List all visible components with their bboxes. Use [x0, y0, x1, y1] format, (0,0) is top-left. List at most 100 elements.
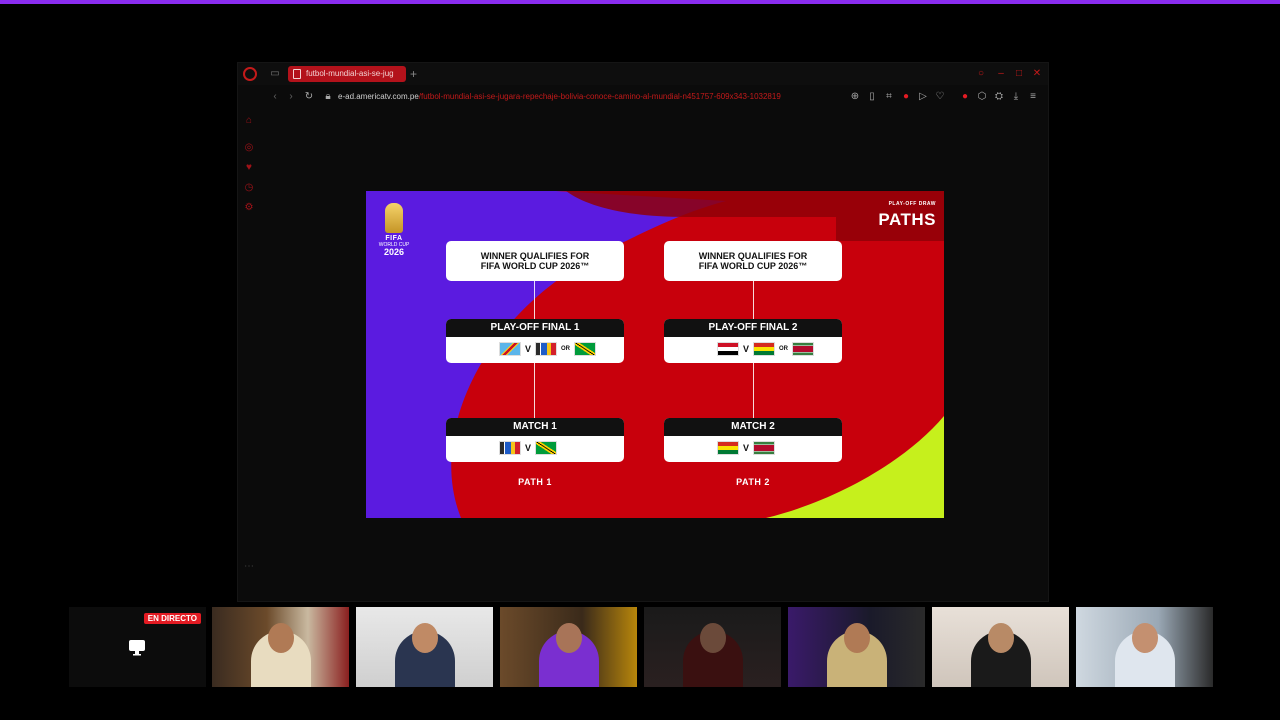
active-tab[interactable]: futbol-mundial-asi-se-jug [288, 66, 406, 82]
match-1-box: MATCH 1 V [446, 418, 624, 462]
winner-text-line-2: FIFA WORLD CUP 2026™ [698, 261, 808, 271]
reload-icon[interactable]: ↻ [302, 90, 316, 104]
playoff-final-2-title: PLAY-OFF FINAL 2 [664, 319, 842, 337]
participant-face [987, 623, 1014, 653]
tab-bar: ▭ futbol-mundial-asi-se-jug + ○ – □ ✕ [238, 63, 1048, 85]
participant-camera-6[interactable] [932, 607, 1069, 687]
participant-face [1131, 623, 1158, 653]
profile-icon[interactable]: ⛭ [992, 90, 1006, 104]
participant-camera-3[interactable] [500, 607, 637, 687]
settings-icon[interactable]: ⚙ [243, 202, 255, 214]
participant-camera-5[interactable] [788, 607, 925, 687]
monitor-icon [129, 640, 145, 656]
playoff-paths-graphic: FIFA WORLD CUP 2026 PLAY-OFF DRAW PATHS … [366, 191, 944, 518]
play-icon[interactable]: ▷ [916, 90, 930, 104]
playoff-final-2-box: PLAY-OFF FINAL 2 V OR [664, 319, 842, 363]
versus-label: V [743, 443, 750, 453]
connector-line [534, 281, 535, 319]
tab-title: futbol-mundial-asi-se-jug [306, 69, 394, 78]
participant-camera-2[interactable] [356, 607, 493, 687]
sidebar: ⌂ ◎ ♥ ◷ ⚙ ⋯ [238, 109, 260, 601]
winner-box-path-2: WINNER QUALIFIES FOR FIFA WORLD CUP 2026… [664, 241, 842, 281]
home-icon[interactable]: ⌂ [243, 115, 255, 127]
new-tab-button[interactable]: + [410, 66, 417, 82]
playoff-final-1-title: PLAY-OFF FINAL 1 [446, 319, 624, 337]
versus-label: V [743, 344, 750, 354]
versus-label: V [525, 443, 532, 453]
minimize-icon[interactable]: – [994, 67, 1008, 81]
browser-window: ▭ futbol-mundial-asi-se-jug + ○ – □ ✕ ‹ … [237, 62, 1049, 602]
address-bar: ‹ › ↻ 🔒︎ e-ad.americatv.com.pe/futbol-mu… [238, 85, 1048, 109]
extension-icon[interactable]: ● [958, 90, 972, 104]
participant-camera-1[interactable] [212, 607, 349, 687]
record-icon[interactable]: ● [899, 90, 913, 104]
live-badge: EN DIRECTO [143, 613, 201, 624]
url-path: /futbol-mundial-asi-se-jugara-repechaje-… [418, 92, 781, 101]
page-icon [293, 69, 301, 79]
match-2-box: MATCH 2 V [664, 418, 842, 462]
participant-camera-7[interactable] [1076, 607, 1213, 687]
download-icon[interactable]: ⤓ [1009, 90, 1023, 104]
puzzle-icon[interactable]: ⬡ [975, 90, 989, 104]
winner-box-path-1: WINNER QUALIFIES FOR FIFA WORLD CUP 2026… [446, 241, 624, 281]
match-2-fixture: V [717, 441, 776, 455]
or-label: OR [561, 346, 571, 352]
path-1-label: PATH 1 [518, 477, 552, 487]
path-2-label: PATH 2 [736, 477, 770, 487]
lock-icon[interactable]: 🔒︎ [321, 90, 335, 104]
connector-line [753, 363, 754, 419]
playoff-draw-kicker: PLAY-OFF DRAW [888, 201, 936, 207]
opera-logo-icon[interactable] [243, 67, 257, 81]
maximize-icon[interactable]: □ [1012, 67, 1026, 81]
bolivia-flag-icon [717, 441, 739, 455]
bookmark-icon[interactable]: ▯ [865, 90, 879, 104]
new-caledonia-flag-icon [499, 441, 521, 455]
dr-congo-flag-icon [499, 342, 521, 356]
back-icon[interactable]: ‹ [268, 90, 282, 104]
url-host: e-ad.americatv.com.pe [338, 92, 419, 101]
zoom-icon[interactable]: ⊕ [848, 90, 862, 104]
logo-year: 2026 [383, 247, 405, 257]
url-field[interactable]: e-ad.americatv.com.pe/futbol-mundial-asi… [338, 90, 846, 104]
versus-label: V [525, 344, 532, 354]
more-icon[interactable]: ⋯ [243, 561, 255, 573]
winner-text-line-1: WINNER QUALIFIES FOR [698, 251, 808, 261]
playoff-final-1-fixture: V OR [499, 342, 597, 356]
flow-icon[interactable]: ◎ [243, 142, 255, 154]
iraq-flag-icon [717, 342, 739, 356]
trophy-icon [385, 203, 403, 233]
winner-text-line-2: FIFA WORLD CUP 2026™ [480, 261, 590, 271]
heart-icon[interactable]: ♡ [933, 90, 947, 104]
match-1-title: MATCH 1 [446, 418, 624, 436]
suriname-flag-icon [753, 441, 776, 455]
participant-face [267, 623, 294, 653]
connector-line [534, 363, 535, 419]
jamaica-flag-icon [574, 342, 597, 356]
heart-sidebar-icon[interactable]: ♥ [243, 162, 255, 174]
tab-switcher-icon[interactable]: ▭ [268, 67, 282, 81]
screen-share-tile[interactable]: EN DIRECTO [69, 607, 206, 687]
top-accent-bar [0, 0, 1280, 4]
snapshot-icon[interactable]: ⌗ [882, 90, 896, 104]
participant-face [699, 623, 726, 653]
new-caledonia-flag-icon [535, 342, 558, 356]
history-icon[interactable]: ◷ [243, 182, 255, 194]
winner-text-line-1: WINNER QUALIFIES FOR [480, 251, 590, 261]
world-cup-logo: FIFA WORLD CUP 2026 [374, 201, 414, 271]
paths-title: PATHS [878, 210, 936, 229]
suriname-flag-icon [792, 342, 815, 356]
bolivia-flag-icon [753, 342, 776, 356]
participant-camera-4[interactable] [644, 607, 781, 687]
match-2-title: MATCH 2 [664, 418, 842, 436]
connector-line [753, 281, 754, 319]
search-tabs-icon[interactable]: ○ [974, 67, 988, 81]
or-label: OR [779, 346, 789, 352]
playoff-final-1-box: PLAY-OFF FINAL 1 V OR [446, 319, 624, 363]
forward-icon[interactable]: › [284, 90, 298, 104]
menu-icon[interactable]: ≡ [1026, 90, 1040, 104]
participant-face [411, 623, 438, 653]
jamaica-flag-icon [535, 441, 558, 455]
close-icon[interactable]: ✕ [1030, 67, 1044, 81]
stream-participants-strip: EN DIRECTO [0, 607, 1280, 687]
participant-face [555, 623, 582, 653]
